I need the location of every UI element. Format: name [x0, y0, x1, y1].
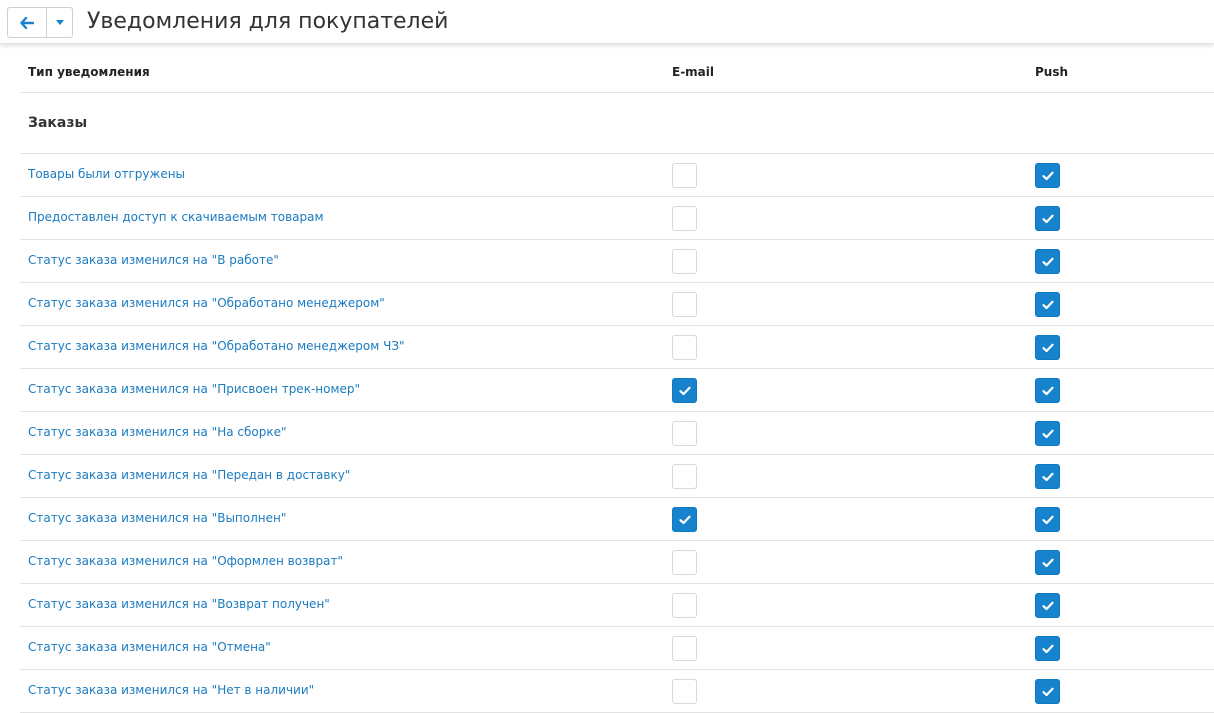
table-row: Статус заказа изменился на "Отмена": [20, 627, 1214, 670]
notification-type-link[interactable]: Статус заказа изменился на "В работе": [28, 253, 279, 267]
push-checkbox[interactable]: [1035, 292, 1060, 317]
email-checkbox[interactable]: [672, 378, 697, 403]
checkmark-icon: [1041, 343, 1054, 352]
table-header: Тип уведомления E-mail Push: [20, 49, 1214, 93]
email-checkbox[interactable]: [672, 636, 697, 661]
notification-type-link[interactable]: Статус заказа изменился на "Нет в наличи…: [28, 683, 314, 697]
checkmark-icon: [1041, 171, 1054, 180]
table-row: Статус заказа изменился на "Нет в наличи…: [20, 670, 1214, 713]
table-row: Статус заказа изменился на "Обработано м…: [20, 326, 1214, 369]
email-checkbox[interactable]: [672, 335, 697, 360]
checkmark-icon: [1041, 687, 1054, 696]
caret-down-icon: [55, 20, 64, 25]
push-checkbox[interactable]: [1035, 421, 1060, 446]
table-row: Предоставлен доступ к скачиваемым товара…: [20, 197, 1214, 240]
checkmark-icon: [1041, 515, 1054, 524]
notification-type-link[interactable]: Статус заказа изменился на "Оформлен воз…: [28, 554, 343, 568]
column-header-type: Тип уведомления: [28, 65, 150, 79]
table-row: Статус заказа изменился на "Выполнен": [20, 498, 1214, 541]
top-toolbar: Уведомления для покупателей: [0, 0, 1214, 44]
checkmark-icon: [1041, 214, 1054, 223]
notification-type-link[interactable]: Статус заказа изменился на "Возврат полу…: [28, 597, 330, 611]
notification-type-link[interactable]: Статус заказа изменился на "Передан в до…: [28, 468, 350, 482]
push-checkbox[interactable]: [1035, 464, 1060, 489]
nav-button-group: [7, 7, 73, 38]
notification-type-link[interactable]: Статус заказа изменился на "Выполнен": [28, 511, 286, 525]
page-title: Уведомления для покупателей: [87, 9, 449, 34]
checkmark-icon: [1041, 472, 1054, 481]
checkmark-icon: [1041, 257, 1054, 266]
push-checkbox[interactable]: [1035, 550, 1060, 575]
checkmark-icon: [1041, 601, 1054, 610]
arrow-left-icon: [20, 16, 34, 29]
table-row: Статус заказа изменился на "Возврат полу…: [20, 584, 1214, 627]
column-header-push: Push: [1035, 65, 1069, 79]
notification-type-link[interactable]: Статус заказа изменился на "Присвоен тре…: [28, 382, 360, 396]
email-checkbox[interactable]: [672, 206, 697, 231]
push-checkbox[interactable]: [1035, 593, 1060, 618]
push-checkbox[interactable]: [1035, 507, 1060, 532]
push-checkbox[interactable]: [1035, 636, 1060, 661]
checkmark-icon: [1041, 558, 1054, 567]
email-checkbox[interactable]: [672, 464, 697, 489]
notification-type-link[interactable]: Статус заказа изменился на "На сборке": [28, 425, 287, 439]
table-row: Статус заказа изменился на "В работе": [20, 240, 1214, 283]
table-row: Статус заказа изменился на "Передан в до…: [20, 455, 1214, 498]
checkmark-icon: [1041, 429, 1054, 438]
email-checkbox[interactable]: [672, 249, 697, 274]
notification-type-link[interactable]: Статус заказа изменился на "Обработано м…: [28, 339, 405, 353]
push-checkbox[interactable]: [1035, 335, 1060, 360]
table-body: Товары были отгружены Предоставлен доступ…: [20, 154, 1214, 713]
checkmark-icon: [678, 386, 691, 395]
push-checkbox[interactable]: [1035, 378, 1060, 403]
email-checkbox[interactable]: [672, 593, 697, 618]
push-checkbox[interactable]: [1035, 206, 1060, 231]
push-checkbox[interactable]: [1035, 163, 1060, 188]
checkmark-icon: [1041, 386, 1054, 395]
column-header-email: E-mail: [672, 65, 715, 79]
email-checkbox[interactable]: [672, 163, 697, 188]
notification-type-link[interactable]: Предоставлен доступ к скачиваемым товара…: [28, 210, 324, 224]
notifications-table: Тип уведомления E-mail Push Заказы Товар…: [20, 49, 1214, 713]
dropdown-button[interactable]: [47, 7, 73, 38]
email-checkbox[interactable]: [672, 292, 697, 317]
notification-type-link[interactable]: Статус заказа изменился на "Отмена": [28, 640, 271, 654]
notification-type-link[interactable]: Товары были отгружены: [28, 167, 185, 181]
table-row: Товары были отгружены: [20, 154, 1214, 197]
table-row: Статус заказа изменился на "На сборке": [20, 412, 1214, 455]
notification-type-link[interactable]: Статус заказа изменился на "Обработано м…: [28, 296, 385, 310]
section-title: Заказы: [28, 115, 88, 131]
email-checkbox[interactable]: [672, 507, 697, 532]
back-button[interactable]: [7, 7, 47, 38]
table-row: Статус заказа изменился на "Присвоен тре…: [20, 369, 1214, 412]
checkmark-icon: [678, 515, 691, 524]
push-checkbox[interactable]: [1035, 249, 1060, 274]
push-checkbox[interactable]: [1035, 679, 1060, 704]
table-row: Статус заказа изменился на "Оформлен воз…: [20, 541, 1214, 584]
checkmark-icon: [1041, 300, 1054, 309]
email-checkbox[interactable]: [672, 421, 697, 446]
checkmark-icon: [1041, 644, 1054, 653]
table-row: Статус заказа изменился на "Обработано м…: [20, 283, 1214, 326]
email-checkbox[interactable]: [672, 679, 697, 704]
email-checkbox[interactable]: [672, 550, 697, 575]
section-orders: Заказы: [20, 93, 1214, 154]
